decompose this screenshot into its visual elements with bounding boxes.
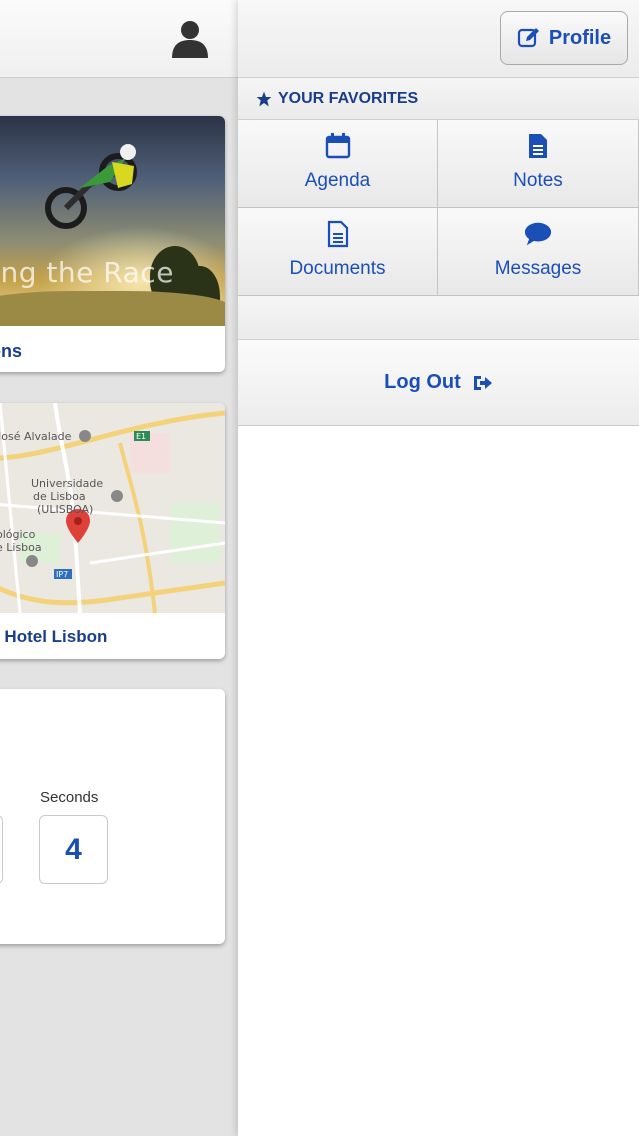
event-title: ons [0, 341, 23, 361]
side-menu: Profile YOUR FAVORITES Agenda Notes Docu… [238, 0, 639, 1136]
motocross-rider-graphic [45, 144, 137, 229]
map-label: José Alvalade [0, 430, 72, 443]
map-label: ológico [0, 528, 36, 541]
favorite-label: Documents [289, 258, 386, 279]
favorite-agenda[interactable]: Agenda [238, 120, 438, 208]
note-icon [524, 132, 552, 160]
map-road-badge: E1 [136, 432, 147, 441]
logout-label: Log Out [384, 371, 461, 393]
favorite-label: Messages [494, 258, 582, 279]
document-icon [324, 220, 352, 248]
edit-icon [517, 28, 539, 48]
seconds-value: 4 [39, 815, 108, 884]
minutes-box [0, 815, 3, 884]
seconds-label: Seconds [40, 789, 99, 806]
map-label: (ULISBOA) [37, 503, 94, 516]
sign-out-icon [473, 375, 492, 390]
favorite-messages[interactable]: Messages [438, 208, 639, 296]
star-icon [256, 91, 272, 106]
favorites-header-label: YOUR FAVORITES [278, 89, 419, 107]
app-header [0, 0, 238, 78]
event-card[interactable]: ning the Race ons [0, 116, 225, 372]
menu-header: Profile [238, 0, 639, 78]
map-road-badge: IP7 [56, 570, 69, 579]
event-banner-image: ning the Race [0, 116, 225, 326]
chat-bubble-icon [524, 220, 552, 248]
venue-map-card[interactable]: José Alvalade Universidade de Lisboa (UL… [0, 403, 225, 659]
menu-divider [238, 296, 639, 340]
favorite-label: Agenda [304, 170, 371, 191]
map-label: e Lisboa [0, 541, 42, 554]
user-icon[interactable] [168, 18, 212, 58]
event-banner-text: ning the Race [0, 256, 174, 289]
favorites-header: YOUR FAVORITES [238, 78, 639, 120]
favorite-label: Notes [513, 170, 563, 191]
venue-title: ott Hotel Lisbon [0, 627, 108, 646]
favorite-notes[interactable]: Notes [438, 120, 639, 208]
profile-button[interactable]: Profile [500, 11, 628, 65]
profile-button-label: Profile [548, 26, 612, 49]
favorite-documents[interactable]: Documents [238, 208, 438, 296]
favorites-grid: Agenda Notes Documents Messages [238, 120, 639, 296]
map-label: de Lisboa [33, 490, 86, 503]
map-label: Universidade [31, 477, 104, 490]
countdown-card: : Seconds 4 [0, 689, 225, 944]
main-content-panel: ning the Race ons [0, 0, 238, 1136]
calendar-icon [324, 132, 352, 160]
venue-map[interactable]: José Alvalade Universidade de Lisboa (UL… [0, 403, 225, 613]
logout-button[interactable]: Log Out [238, 340, 639, 426]
